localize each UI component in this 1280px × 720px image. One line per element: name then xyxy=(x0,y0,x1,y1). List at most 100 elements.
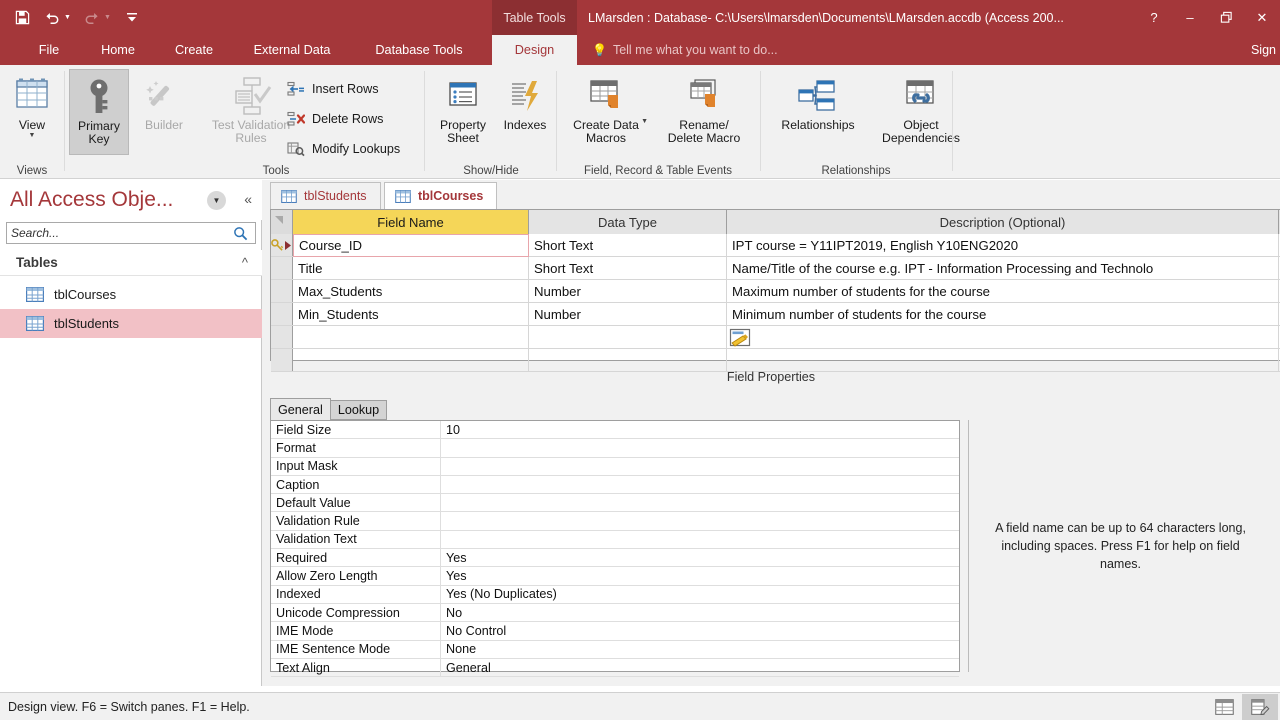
document-tab-tblcourses[interactable]: tblCourses xyxy=(384,182,497,209)
property-value[interactable] xyxy=(441,494,959,511)
property-value[interactable] xyxy=(441,476,959,493)
close-icon[interactable]: ✕ xyxy=(1244,3,1280,33)
delete-rows-button[interactable]: Delete Rows xyxy=(286,107,383,131)
property-sheet-button[interactable]: Property Sheet xyxy=(432,69,494,145)
row-selector[interactable] xyxy=(271,326,293,348)
tab-external-data[interactable]: External Data xyxy=(236,35,348,65)
property-row[interactable]: RequiredYes xyxy=(271,549,959,567)
cell-description[interactable]: Name/Title of the course e.g. IPT - Info… xyxy=(727,257,1279,279)
object-dependencies-button[interactable]: Object Dependencies xyxy=(874,69,968,145)
table-row[interactable]: Title Short Text Name/Title of the cours… xyxy=(271,257,1280,280)
property-value[interactable]: No Control xyxy=(441,622,959,639)
cell-data-type[interactable]: Short Text xyxy=(529,257,727,279)
tab-database-tools[interactable]: Database Tools xyxy=(352,35,486,65)
row-selector[interactable] xyxy=(271,280,293,302)
undo-icon[interactable] xyxy=(38,4,66,32)
property-value[interactable] xyxy=(441,458,959,475)
builder-button[interactable]: Builder xyxy=(134,69,194,132)
design-view-button[interactable] xyxy=(1242,694,1278,720)
modify-lookups-button[interactable]: Modify Lookups xyxy=(286,137,400,161)
search-box[interactable] xyxy=(6,222,256,244)
property-row[interactable]: Format xyxy=(271,439,959,457)
property-value[interactable]: General xyxy=(441,659,959,676)
property-row[interactable]: Caption xyxy=(271,476,959,494)
column-header-data-type[interactable]: Data Type xyxy=(529,210,727,234)
tell-me-search[interactable]: 💡 Tell me what you want to do... xyxy=(592,35,778,65)
cell-description[interactable] xyxy=(727,326,1279,348)
select-all-corner[interactable] xyxy=(271,210,293,234)
cell-field-name[interactable]: Max_Students xyxy=(293,280,529,302)
document-tab-tblstudents[interactable]: tblStudents xyxy=(270,182,381,209)
property-value[interactable]: Yes xyxy=(441,549,959,566)
sidebar-item-tblstudents[interactable]: tblStudents xyxy=(0,309,262,338)
cell-data-type[interactable] xyxy=(529,326,727,348)
cell-field-name[interactable] xyxy=(293,326,529,348)
save-icon[interactable] xyxy=(8,4,36,32)
property-row[interactable]: Default Value xyxy=(271,494,959,512)
cell-description[interactable] xyxy=(727,349,1279,371)
cell-field-name[interactable]: Course_ID xyxy=(293,234,529,257)
nav-group-tables[interactable]: Tables ^ xyxy=(0,250,262,276)
restore-icon[interactable] xyxy=(1208,3,1244,33)
view-dropdown-caret[interactable]: ▼ xyxy=(29,132,36,140)
sidebar-item-tblcourses[interactable]: tblCourses xyxy=(0,280,262,309)
relationships-button[interactable]: Relationships xyxy=(764,69,872,132)
rename-delete-macro-button[interactable]: Rename/ Delete Macro xyxy=(654,69,754,145)
minimize-icon[interactable]: ‒ xyxy=(1172,3,1208,33)
cell-field-name[interactable] xyxy=(293,349,529,371)
redo-dropdown-caret[interactable]: ▼ xyxy=(104,14,116,21)
row-selector[interactable] xyxy=(271,349,293,371)
view-button[interactable]: View ▼ xyxy=(6,69,58,140)
insert-rows-button[interactable]: Insert Rows xyxy=(286,77,379,101)
property-row[interactable]: Unicode CompressionNo xyxy=(271,604,959,622)
redo-icon[interactable] xyxy=(78,4,106,32)
chevron-down-icon[interactable]: ▼ xyxy=(207,191,226,210)
cell-data-type[interactable] xyxy=(529,349,727,371)
column-header-field-name[interactable]: Field Name xyxy=(293,210,529,234)
property-row[interactable]: Validation Rule xyxy=(271,512,959,530)
property-row[interactable]: Allow Zero LengthYes xyxy=(271,567,959,585)
cell-data-type[interactable]: Short Text xyxy=(529,234,727,256)
row-selector[interactable] xyxy=(271,257,293,279)
cell-data-type[interactable]: Number xyxy=(529,303,727,325)
property-value[interactable]: 10 xyxy=(441,421,959,438)
indexes-button[interactable]: Indexes xyxy=(496,69,554,132)
tab-file[interactable]: File xyxy=(18,35,80,65)
create-data-macros-dropdown-caret[interactable]: ▼ xyxy=(641,118,648,126)
tab-general[interactable]: General xyxy=(270,398,331,420)
property-row[interactable]: IME ModeNo Control xyxy=(271,622,959,640)
table-row[interactable] xyxy=(271,349,1280,372)
cell-field-name[interactable]: Title xyxy=(293,257,529,279)
tab-design[interactable]: Design xyxy=(492,35,577,65)
create-data-macros-button[interactable]: Create Data Macros ▼ xyxy=(562,69,650,145)
sign-in-link[interactable]: Sign xyxy=(1251,35,1276,65)
property-row[interactable]: IME Sentence ModeNone xyxy=(271,641,959,659)
tab-lookup[interactable]: Lookup xyxy=(331,400,387,420)
datasheet-view-button[interactable] xyxy=(1206,694,1242,720)
cell-field-name[interactable]: Min_Students xyxy=(293,303,529,325)
cell-description[interactable]: IPT course = Y11IPT2019, English Y10ENG2… xyxy=(727,234,1279,256)
column-header-description[interactable]: Description (Optional) xyxy=(727,210,1279,234)
row-selector[interactable] xyxy=(271,234,293,256)
table-row[interactable]: Min_Students Number Minimum number of st… xyxy=(271,303,1280,326)
property-value[interactable]: None xyxy=(441,641,959,658)
property-row[interactable]: Validation Text xyxy=(271,531,959,549)
primary-key-button[interactable]: Primary Key xyxy=(69,69,129,155)
customize-quick-access-icon[interactable] xyxy=(118,4,146,32)
tab-home[interactable]: Home xyxy=(84,35,152,65)
collapse-pane-icon[interactable]: « xyxy=(244,191,252,207)
search-input[interactable] xyxy=(11,223,227,243)
chevron-up-icon[interactable]: ^ xyxy=(242,255,248,270)
table-row[interactable] xyxy=(271,326,1280,349)
cell-description[interactable]: Maximum number of students for the cours… xyxy=(727,280,1279,302)
table-row[interactable]: Course_ID Short Text IPT course = Y11IPT… xyxy=(271,234,1280,257)
property-value[interactable]: Yes (No Duplicates) xyxy=(441,586,959,603)
property-row[interactable]: IndexedYes (No Duplicates) xyxy=(271,586,959,604)
search-icon[interactable] xyxy=(227,226,253,241)
cell-description[interactable]: Minimum number of students for the cours… xyxy=(727,303,1279,325)
cell-data-type[interactable]: Number xyxy=(529,280,727,302)
table-row[interactable]: Max_Students Number Maximum number of st… xyxy=(271,280,1280,303)
tab-create[interactable]: Create xyxy=(156,35,232,65)
property-value[interactable] xyxy=(441,512,959,529)
property-value[interactable] xyxy=(441,439,959,456)
